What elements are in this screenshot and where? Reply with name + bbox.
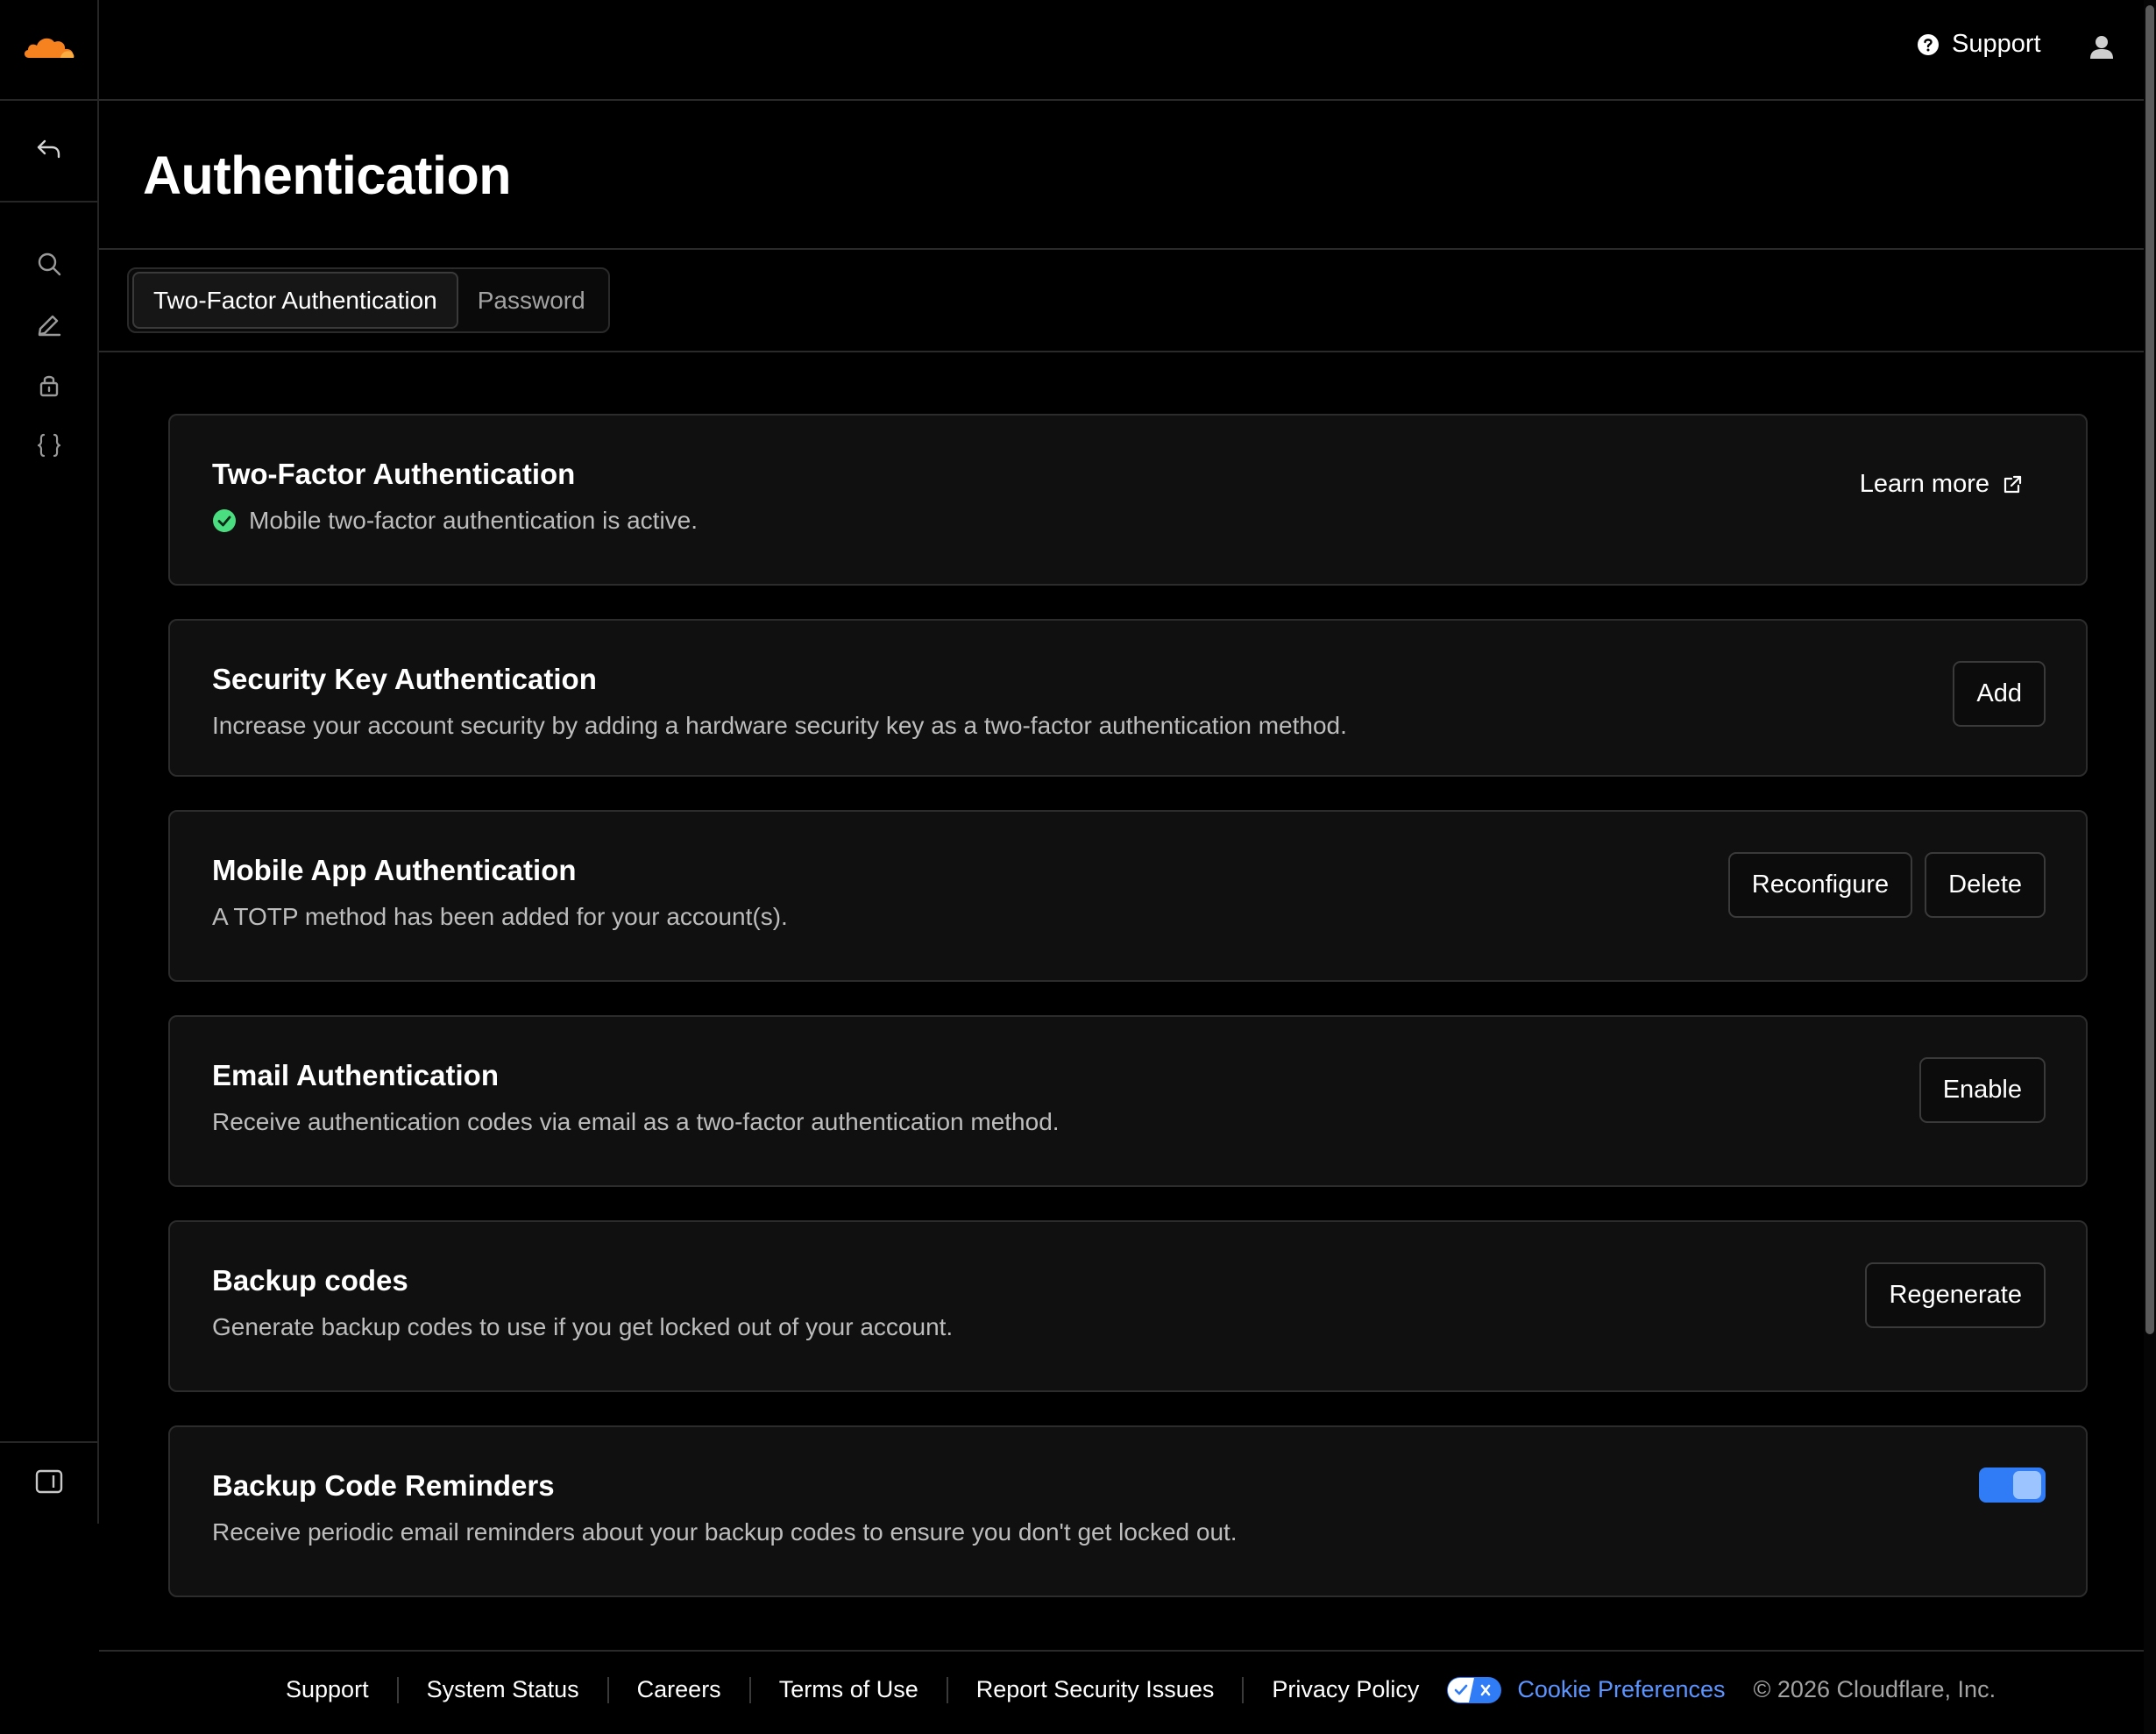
status-text: Mobile two-factor authentication is acti…: [249, 507, 699, 534]
add-security-key-button[interactable]: Add: [1953, 661, 2046, 727]
lock-icon[interactable]: [23, 359, 75, 411]
tab-password[interactable]: Password: [458, 272, 605, 329]
cookie-preferences-link[interactable]: Cookie Preferences: [1447, 1676, 1726, 1703]
footer-divider: [1242, 1676, 1245, 1703]
external-link-icon: [2004, 475, 2022, 493]
card-title: Backup Code Reminders: [212, 1469, 555, 1502]
support-label: Support: [1952, 30, 2041, 58]
support-button[interactable]: Support: [1917, 30, 2041, 59]
sidebar-bottom: [0, 1441, 97, 1524]
reconfigure-button[interactable]: Reconfigure: [1727, 852, 1913, 918]
card-status: Mobile two-factor authentication is acti…: [212, 507, 698, 535]
footer-link-report-security[interactable]: Report Security Issues: [976, 1676, 1215, 1703]
backup-codes-card: Backup codes Generate backup codes to us…: [168, 1220, 2088, 1392]
regenerate-button[interactable]: Regenerate: [1865, 1262, 2046, 1328]
card-description: Receive authentication codes via email a…: [212, 1108, 1060, 1135]
user-avatar-icon[interactable]: [2089, 33, 2115, 64]
privacy-choices-icon: [1447, 1676, 1502, 1703]
card-actions: Reconfigure Delete: [1727, 852, 2046, 918]
learn-more-link[interactable]: Learn more: [1860, 470, 2023, 499]
search-icon[interactable]: [23, 238, 75, 290]
cloudflare-logo-icon[interactable]: [22, 33, 76, 66]
delete-button[interactable]: Delete: [1925, 852, 2046, 918]
footer-divider: [396, 1676, 399, 1703]
help-circle-icon: [1918, 33, 1939, 55]
pencil-icon[interactable]: [23, 298, 75, 351]
logo-cell: [0, 0, 97, 101]
scrollbar[interactable]: [2144, 0, 2156, 1734]
backup-reminders-toggle[interactable]: [1979, 1468, 2046, 1503]
footer-divider: [748, 1676, 751, 1703]
two-factor-card: Two-Factor Authentication Mobile two-fac…: [168, 414, 2088, 586]
learn-more-label: Learn more: [1859, 470, 1989, 498]
card-description: A TOTP method has been added for your ac…: [212, 903, 788, 930]
backup-reminders-card: Backup Code Reminders Receive periodic e…: [168, 1425, 2088, 1597]
sidebar-nav: [0, 203, 97, 480]
card-title: Security Key Authentication: [212, 663, 597, 695]
braces-icon[interactable]: [23, 419, 75, 472]
copyright: © 2026 Cloudflare, Inc.: [1753, 1676, 1996, 1702]
cookie-preferences-label: Cookie Preferences: [1517, 1676, 1726, 1702]
undo-arrow-icon[interactable]: [36, 138, 62, 165]
card-actions: Enable: [1918, 1057, 2046, 1123]
footer-divider: [606, 1676, 609, 1703]
card-title: Backup codes: [212, 1264, 408, 1297]
auth-settings-list: Two-Factor Authentication Mobile two-fac…: [168, 414, 2088, 1631]
tabs-row: Two-Factor Authentication Password: [99, 250, 2144, 352]
footer-divider: [946, 1676, 948, 1703]
footer-link-support[interactable]: Support: [286, 1676, 369, 1703]
card-title: Mobile App Authentication: [212, 854, 577, 886]
card-title: Email Authentication: [212, 1059, 499, 1091]
footer-link-system-status[interactable]: System Status: [427, 1676, 579, 1703]
security-key-card: Security Key Authentication Increase you…: [168, 619, 2088, 777]
email-auth-card: Email Authentication Receive authenticat…: [168, 1015, 2088, 1187]
tab-two-factor-authentication[interactable]: Two-Factor Authentication: [132, 272, 458, 329]
page-title: Authentication: [143, 146, 511, 205]
card-actions: Add: [1953, 661, 2046, 727]
check-circle-icon: [213, 509, 236, 532]
card-description: Increase your account security by adding…: [212, 712, 1347, 739]
footer-link-careers[interactable]: Careers: [637, 1676, 721, 1703]
sidebar: [0, 0, 99, 1524]
footer-link-privacy[interactable]: Privacy Policy: [1272, 1676, 1419, 1703]
footer: Support System Status Careers Terms of U…: [99, 1650, 2144, 1734]
top-header: Support: [99, 0, 2144, 101]
scrollbar-thumb[interactable]: [2145, 5, 2154, 1334]
footer-link-terms[interactable]: Terms of Use: [779, 1676, 918, 1703]
card-description: Receive periodic email reminders about y…: [212, 1518, 1238, 1546]
enable-email-button[interactable]: Enable: [1918, 1057, 2046, 1123]
page-header: Authentication: [99, 101, 2144, 250]
card-actions: Regenerate: [1865, 1262, 2046, 1328]
back-cell: [0, 101, 97, 203]
sidebar-panel-icon[interactable]: [35, 1469, 63, 1498]
toggle-knob: [2013, 1471, 2041, 1499]
footer-links: Support System Status Careers Terms of U…: [286, 1676, 1996, 1703]
tab-list: Two-Factor Authentication Password: [127, 267, 610, 333]
card-description: Generate backup codes to use if you get …: [212, 1313, 954, 1340]
card-title: Two-Factor Authentication: [212, 458, 576, 490]
mobile-app-card: Mobile App Authentication A TOTP method …: [168, 810, 2088, 982]
